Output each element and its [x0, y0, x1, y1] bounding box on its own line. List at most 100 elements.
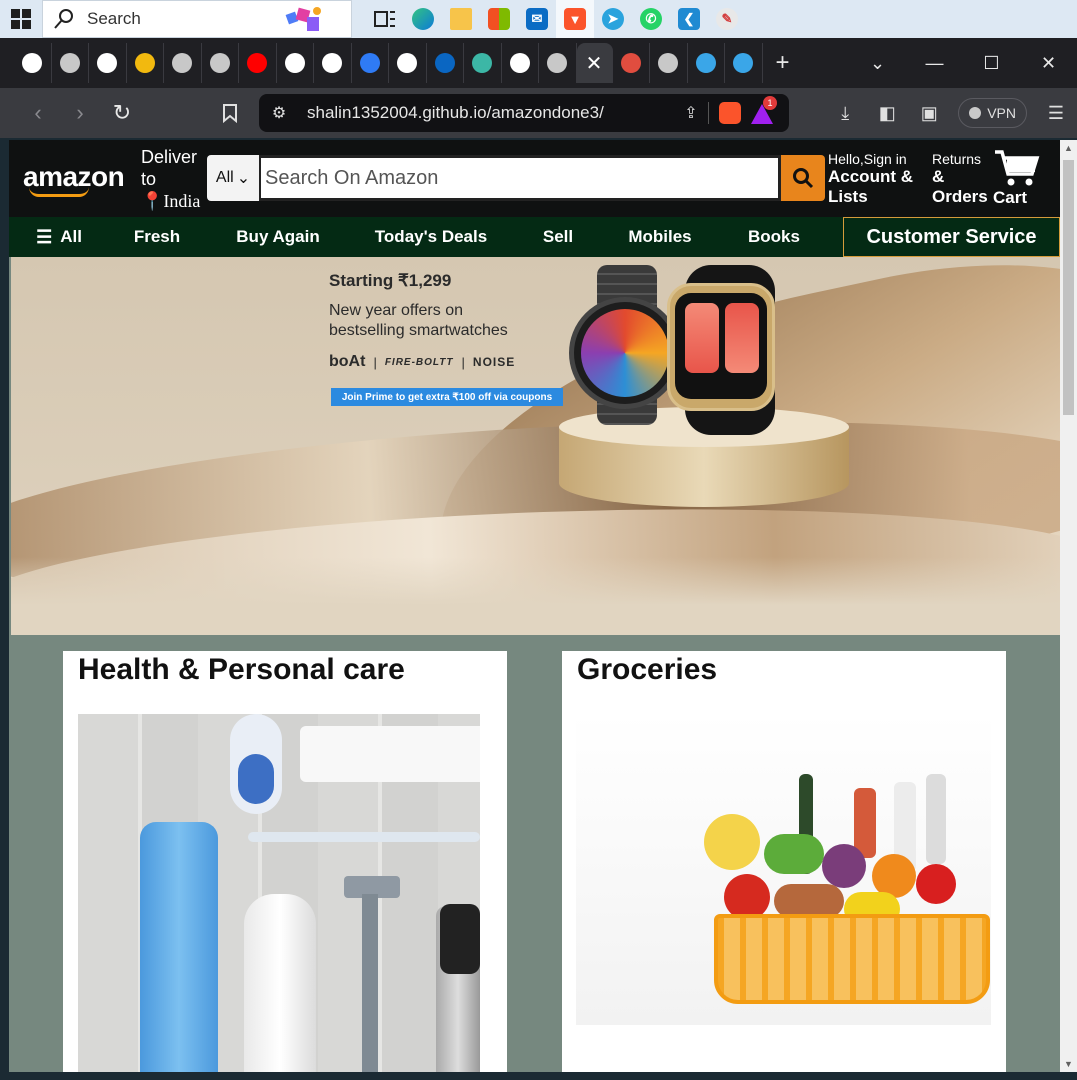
- menu-icon[interactable]: ☰: [1035, 93, 1077, 133]
- share-icon[interactable]: ⇪: [674, 103, 708, 123]
- page-scrollbar[interactable]: ▲ ▼: [1060, 140, 1077, 1072]
- browser-tab[interactable]: [539, 43, 577, 83]
- browser-tab[interactable]: [352, 43, 389, 83]
- folder-icon: [450, 8, 472, 30]
- taskbar-telegram[interactable]: ➤: [594, 0, 632, 38]
- reload-button[interactable]: ↻: [101, 93, 143, 133]
- site-settings-icon[interactable]: ⚙: [259, 103, 299, 123]
- amazon-logo[interactable]: amazon: [9, 161, 129, 197]
- scroll-down-icon[interactable]: ▼: [1064, 1059, 1073, 1069]
- browser-tab[interactable]: [389, 43, 427, 83]
- grocery-basket-image[interactable]: [576, 714, 991, 1025]
- nav-customer-service[interactable]: Customer Service: [843, 217, 1060, 257]
- returns-orders-link[interactable]: Returns & Orders: [932, 151, 990, 207]
- task-view-button[interactable]: [366, 0, 404, 38]
- scrollbar-thumb[interactable]: [1063, 160, 1074, 415]
- tab-list-chevron-down-icon[interactable]: ⌄: [849, 38, 906, 88]
- browser-tab[interactable]: [725, 43, 763, 83]
- new-tab-button[interactable]: +: [763, 43, 803, 83]
- browser-tab[interactable]: [314, 43, 352, 83]
- sidebar-toggle-icon[interactable]: ◧: [866, 93, 908, 133]
- chatgpt-icon: [97, 53, 118, 73]
- taskbar-mail[interactable]: ✉: [518, 0, 556, 38]
- brave-rewards-icon[interactable]: 1: [751, 96, 777, 124]
- nav-books[interactable]: Books: [719, 217, 829, 257]
- taskbar-search-label: Search: [87, 9, 141, 28]
- hero-banner[interactable]: Starting ₹1,299 New year offers on bests…: [11, 257, 1060, 635]
- active-tab-close-button[interactable]: ✕: [576, 43, 613, 83]
- nav-fresh[interactable]: Fresh: [105, 217, 209, 257]
- health-products-image[interactable]: [78, 714, 480, 1072]
- scroll-up-icon[interactable]: ▲: [1064, 143, 1073, 153]
- taskbar-whatsapp[interactable]: ✆: [632, 0, 670, 38]
- github-icon: [509, 53, 530, 73]
- browser-tab[interactable]: [127, 43, 164, 83]
- taskbar-brave[interactable]: ▼: [556, 0, 594, 38]
- greens-image: [764, 834, 824, 874]
- browser-tab[interactable]: [502, 43, 539, 83]
- search-category-select[interactable]: All ⌄: [207, 155, 259, 201]
- browser-tab[interactable]: [688, 43, 725, 83]
- category-card-groceries[interactable]: Groceries: [562, 651, 1006, 1072]
- hero-bg-floor: [11, 557, 1060, 635]
- browser-tab[interactable]: [89, 43, 127, 83]
- nav-mobiles[interactable]: Mobiles: [601, 217, 719, 257]
- brave-shields-icon[interactable]: [719, 102, 741, 124]
- nav-all[interactable]: ☰ All: [9, 217, 105, 257]
- windows-start-button[interactable]: [0, 0, 42, 38]
- cheese-image: [704, 814, 760, 870]
- address-bar[interactable]: ⚙ shalin1352004.github.io/amazondone3/ ⇪…: [259, 94, 789, 132]
- windows-logo-icon: [11, 9, 31, 29]
- github-icon: [22, 53, 43, 73]
- taskbar-file-explorer[interactable]: [442, 0, 480, 38]
- taskbar-search-box[interactable]: Search: [42, 0, 352, 38]
- browser-tab[interactable]: [202, 43, 239, 83]
- razor-handle-image: [362, 894, 378, 1072]
- browser-tab[interactable]: [14, 43, 52, 83]
- orders-label: & Orders: [932, 167, 988, 206]
- minimize-button[interactable]: —: [906, 38, 963, 88]
- maximize-button[interactable]: ☐: [963, 38, 1020, 88]
- taskbar-vscode[interactable]: ❮: [670, 0, 708, 38]
- taskbar-paint[interactable]: ✎: [708, 0, 746, 38]
- bookmark-button[interactable]: [209, 93, 251, 133]
- browser-tab[interactable]: [427, 43, 464, 83]
- category-card-health[interactable]: Health & Personal care: [63, 651, 507, 1072]
- browser-tab[interactable]: [277, 43, 314, 83]
- back-button[interactable]: ‹: [17, 93, 59, 133]
- browser-tab[interactable]: [164, 43, 202, 83]
- browser-tab[interactable]: [239, 43, 277, 83]
- browser-tab[interactable]: [613, 43, 650, 83]
- deliver-to[interactable]: Deliver to 📍India: [141, 146, 211, 212]
- vpn-button[interactable]: VPN: [958, 98, 1027, 128]
- browser-tab[interactable]: [52, 43, 89, 83]
- wallet-icon[interactable]: ▣: [908, 93, 950, 133]
- bookmark-icon: [223, 104, 237, 123]
- nav-todays-deals[interactable]: Today's Deals: [347, 217, 515, 257]
- cabbage-image: [822, 844, 866, 888]
- browser-tab[interactable]: [650, 43, 688, 83]
- taskbar-store[interactable]: [480, 0, 518, 38]
- paint-icon: ✎: [716, 8, 738, 30]
- toothpaste-tube-image: [300, 726, 480, 782]
- browser-tab[interactable]: [464, 43, 502, 83]
- nav-sell[interactable]: Sell: [515, 217, 601, 257]
- nav-buy-again[interactable]: Buy Again: [209, 217, 347, 257]
- amazon-search-button[interactable]: [781, 155, 825, 201]
- github-icon: [397, 53, 418, 73]
- cart-icon: [995, 150, 1040, 186]
- globe-icon: [59, 53, 80, 73]
- amazon-search-input[interactable]: [259, 155, 781, 201]
- chevron-down-icon: ⌄: [236, 170, 251, 187]
- cloud-app-icon: [472, 53, 493, 73]
- forward-button[interactable]: ›: [59, 93, 101, 133]
- account-lists-link[interactable]: Hello,Sign in Account & Lists: [828, 151, 914, 207]
- github-icon: [284, 53, 305, 73]
- downloads-icon[interactable]: ⤓: [824, 93, 866, 133]
- taskbar-edge[interactable]: [404, 0, 442, 38]
- blue-bottle-image: [140, 822, 218, 1072]
- url-text[interactable]: shalin1352004.github.io/amazondone3/: [307, 103, 674, 123]
- page-viewport: amazon Deliver to 📍India All⌄ Hello,Sign…: [9, 140, 1060, 1072]
- close-window-button[interactable]: ✕: [1020, 38, 1077, 88]
- account-title: Account & Lists: [828, 167, 913, 206]
